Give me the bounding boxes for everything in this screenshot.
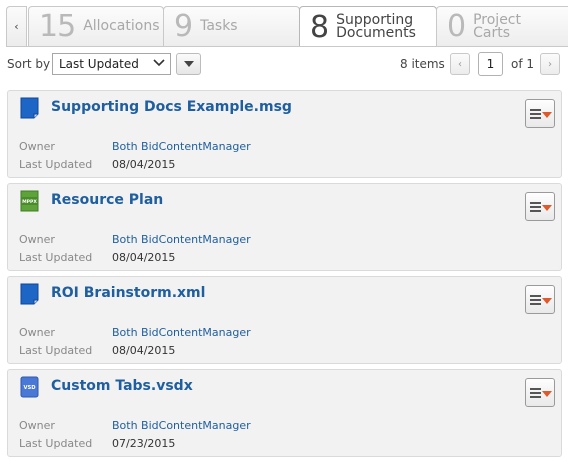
tab-count: 9 <box>174 9 193 44</box>
tab-label: Supporting Documents <box>336 13 416 41</box>
dropdown-arrow-icon <box>542 112 552 118</box>
page-total: of 1 <box>511 57 535 71</box>
sort-select[interactable]: Last Updated <box>52 53 171 75</box>
tab-allocations[interactable]: 15 Allocations <box>28 6 164 46</box>
last-updated-label: Last Updated <box>19 158 93 171</box>
vsd-file-icon: VSD <box>20 376 39 398</box>
tab-count: 0 <box>447 9 466 44</box>
sort-label: Sort by <box>7 57 51 71</box>
tab-divider <box>6 46 568 47</box>
document-card[interactable]: ROI Brainstorm.xml Owner Both BidContent… <box>7 276 562 364</box>
document-title-link[interactable]: ROI Brainstorm.xml <box>51 285 205 301</box>
last-updated-label: Last Updated <box>19 344 93 357</box>
document-title-link[interactable]: Supporting Docs Example.msg <box>51 99 292 115</box>
tab-strip: ‹ 15 Allocations 9 Tasks 8 Supporting Do… <box>0 0 568 47</box>
document-card[interactable]: Supporting Docs Example.msg Owner Both B… <box>7 90 562 178</box>
chevron-down-icon <box>153 57 165 71</box>
document-actions-menu-button[interactable] <box>525 192 555 221</box>
tabs-scroll-left-button[interactable]: ‹ <box>6 6 27 46</box>
dropdown-arrow-icon <box>542 205 552 211</box>
owner-link[interactable]: Both BidContentManager <box>112 140 251 153</box>
page-next-button[interactable]: › <box>540 53 560 75</box>
page-prev-button[interactable]: ‹ <box>450 53 470 75</box>
owner-link[interactable]: Both BidContentManager <box>112 326 251 339</box>
dropdown-arrow-icon <box>542 391 552 397</box>
tab-count: 15 <box>39 9 76 44</box>
last-updated-label: Last Updated <box>19 251 93 264</box>
sort-direction-button[interactable] <box>176 53 201 75</box>
document-title-link[interactable]: Resource Plan <box>51 192 163 208</box>
page-number-input[interactable]: 1 <box>478 52 503 76</box>
tab-tasks[interactable]: 9 Tasks <box>163 6 300 46</box>
tab-count: 8 <box>310 9 329 45</box>
last-updated-label: Last Updated <box>19 437 93 450</box>
msg-file-icon <box>20 97 39 119</box>
last-updated-value: 07/23/2015 <box>112 437 176 450</box>
tab-label: Tasks <box>200 18 238 34</box>
document-actions-menu-button[interactable] <box>525 99 555 128</box>
document-actions-menu-button[interactable] <box>525 285 555 314</box>
owner-label: Owner <box>19 140 55 153</box>
owner-label: Owner <box>19 233 55 246</box>
last-updated-value: 08/04/2015 <box>112 344 176 357</box>
document-card[interactable]: VSD Custom Tabs.vsdx Owner Both BidConte… <box>7 369 562 457</box>
list-toolbar: Sort by Last Updated 8 items ‹ 1 of 1 › <box>0 52 568 78</box>
dropdown-arrow-icon <box>542 298 552 304</box>
document-title-link[interactable]: Custom Tabs.vsdx <box>51 378 193 394</box>
tab-label-line: Documents <box>336 25 416 41</box>
owner-label: Owner <box>19 419 55 432</box>
tab-label: Allocations <box>83 18 160 34</box>
vsd-file-icon-text: VSD <box>23 385 36 391</box>
menu-icon <box>530 109 541 121</box>
tab-project-carts[interactable]: 0 Project Carts <box>436 6 568 46</box>
tab-label-line: Carts <box>473 24 510 41</box>
tab-label: Project Carts <box>473 13 521 41</box>
mpp-file-icon: MPPX <box>20 190 39 212</box>
xml-file-icon <box>20 283 39 305</box>
last-updated-value: 08/04/2015 <box>112 251 176 264</box>
owner-label: Owner <box>19 326 55 339</box>
last-updated-value: 08/04/2015 <box>112 158 176 171</box>
sort-select-value: Last Updated <box>59 57 139 71</box>
tab-supporting-documents[interactable]: 8 Supporting Documents <box>299 6 437 47</box>
menu-icon <box>530 202 541 214</box>
owner-link[interactable]: Both BidContentManager <box>112 419 251 432</box>
document-card[interactable]: MPPX Resource Plan Owner Both BidContent… <box>7 183 562 271</box>
items-count: 8 items <box>400 57 445 71</box>
chevron-left-icon: ‹ <box>14 20 19 33</box>
chevron-right-icon: › <box>548 58 552 70</box>
chevron-left-icon: ‹ <box>458 58 462 70</box>
mpp-file-icon-text: MPPX <box>22 199 37 205</box>
menu-icon <box>530 295 541 307</box>
document-actions-menu-button[interactable] <box>525 378 555 407</box>
owner-link[interactable]: Both BidContentManager <box>112 233 251 246</box>
sort-descending-icon <box>183 61 194 67</box>
menu-icon <box>530 388 541 400</box>
